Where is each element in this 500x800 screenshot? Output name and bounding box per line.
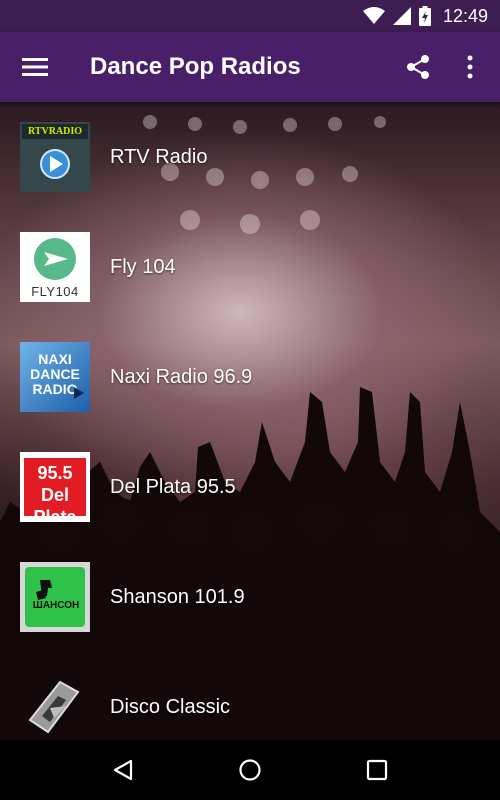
battery-charging-icon bbox=[418, 6, 431, 26]
station-item-rtv-radio[interactable]: RTVRADIO RTV Radio bbox=[0, 102, 500, 212]
back-button[interactable] bbox=[93, 740, 153, 800]
wifi-icon bbox=[362, 7, 385, 24]
menu-icon bbox=[22, 58, 48, 76]
station-list: RTVRADIO RTV Radio FLY104 Fly 104 NAXI D… bbox=[0, 102, 500, 740]
del-plata-logo-text: 95.5 Del Plata bbox=[33, 463, 77, 522]
naxi-radio-logo: NAXI DANCE RADIO bbox=[20, 342, 90, 412]
more-options-button[interactable] bbox=[444, 32, 496, 102]
station-item-naxi-radio[interactable]: NAXI DANCE RADIO Naxi Radio 96.9 bbox=[0, 322, 500, 432]
recents-button[interactable] bbox=[347, 740, 407, 800]
station-name: Shanson 101.9 bbox=[110, 585, 245, 608]
disco-classic-logo bbox=[20, 672, 90, 740]
share-icon bbox=[407, 55, 429, 79]
home-button[interactable] bbox=[220, 740, 280, 800]
station-list-area: RTVRADIO RTV Radio FLY104 Fly 104 NAXI D… bbox=[0, 102, 500, 740]
station-item-disco-classic[interactable]: Disco Classic bbox=[0, 652, 500, 740]
del-plata-logo: 95.5 Del Plata bbox=[20, 452, 90, 522]
station-name: Disco Classic bbox=[110, 695, 231, 718]
station-item-fly-104[interactable]: FLY104 Fly 104 bbox=[0, 212, 500, 322]
app-title: Dance Pop Radios bbox=[90, 53, 301, 80]
station-name: RTV Radio bbox=[110, 145, 208, 168]
status-bar: 12:49 bbox=[0, 0, 500, 32]
shanson-logo-text: ШАНСОН bbox=[32, 600, 80, 611]
shanson-logo: ШАНСОН bbox=[20, 562, 90, 632]
more-vert-icon bbox=[467, 55, 473, 79]
back-icon bbox=[114, 759, 133, 781]
rtv-radio-logo-text: RTVRADIO bbox=[27, 126, 83, 137]
fly-104-logo: FLY104 bbox=[20, 232, 90, 302]
rtv-radio-logo: RTVRADIO bbox=[20, 122, 90, 192]
status-time: 12:49 bbox=[442, 5, 488, 26]
menu-button[interactable] bbox=[0, 32, 70, 102]
fly-104-logo-text: FLY104 bbox=[31, 284, 79, 299]
share-button[interactable] bbox=[392, 32, 444, 102]
app-bar: Dance Pop Radios bbox=[0, 32, 500, 102]
station-name: Fly 104 bbox=[110, 255, 176, 278]
station-item-shanson[interactable]: ШАНСОН Shanson 101.9 bbox=[0, 542, 500, 652]
recents-icon bbox=[366, 759, 387, 781]
home-icon bbox=[239, 759, 261, 781]
station-item-del-plata[interactable]: 95.5 Del Plata Del Plata 95.5 bbox=[0, 432, 500, 542]
station-name: Naxi Radio 96.9 bbox=[110, 365, 253, 388]
navigation-bar bbox=[0, 740, 500, 800]
station-name: Del Plata 95.5 bbox=[110, 475, 236, 498]
signal-icon bbox=[392, 7, 411, 25]
